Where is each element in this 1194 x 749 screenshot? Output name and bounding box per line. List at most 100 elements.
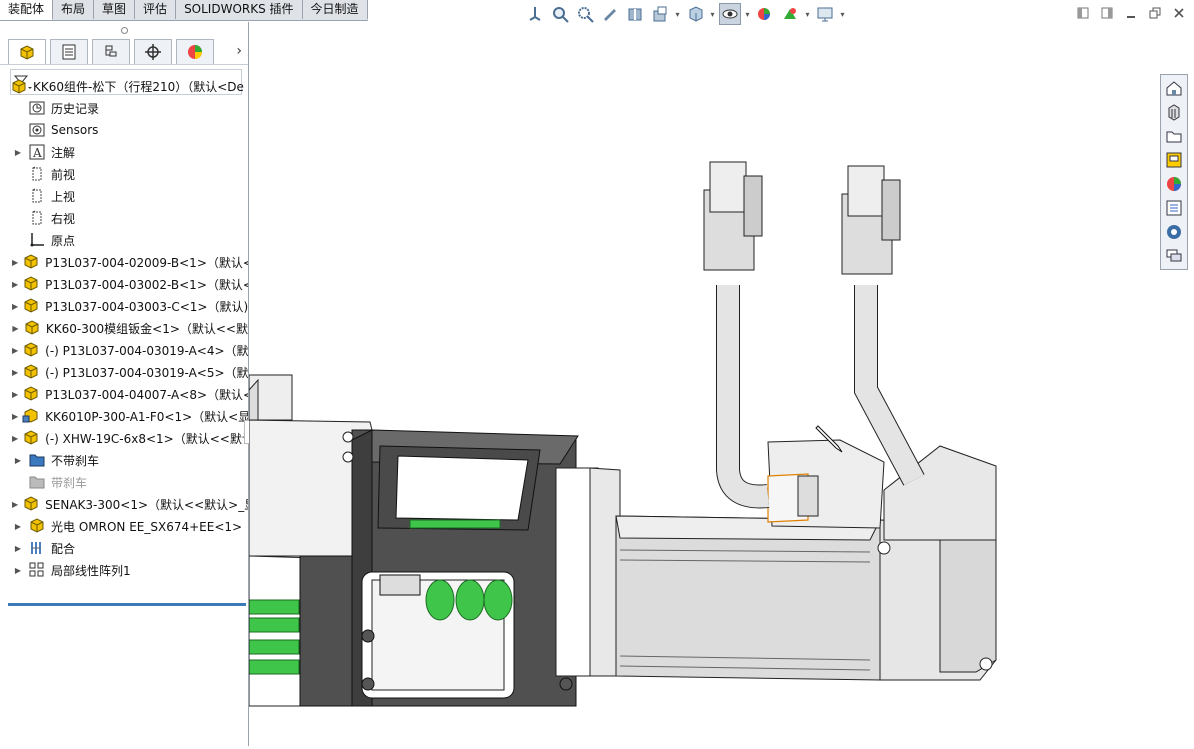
chevron-right-icon[interactable]: › bbox=[236, 43, 242, 59]
dimxpert-tab-icon[interactable] bbox=[134, 38, 172, 64]
chevron-down-icon[interactable]: ▾ bbox=[709, 10, 716, 19]
tree-item[interactable]: 上视 bbox=[0, 185, 248, 207]
tile-left-icon[interactable] bbox=[1074, 4, 1092, 22]
tab-assembly[interactable]: 装配体 bbox=[0, 0, 54, 20]
dynamic-annotation-icon[interactable] bbox=[649, 3, 671, 25]
expand-arrow-icon[interactable]: ▶ bbox=[12, 302, 18, 311]
history-icon bbox=[28, 99, 46, 117]
solidworks-resources-icon[interactable] bbox=[1163, 221, 1185, 243]
close-icon[interactable] bbox=[1170, 4, 1188, 22]
view-orientation-icon[interactable] bbox=[524, 3, 546, 25]
tree-item[interactable]: ▶ P13L037-004-03002-B<1>（默认< bbox=[0, 273, 248, 295]
expand-arrow-icon[interactable]: ▶ bbox=[12, 544, 24, 553]
expand-arrow-icon[interactable]: ▶ bbox=[12, 456, 24, 465]
tree-item[interactable]: ▶ (-) P13L037-004-03019-A<4>（默 bbox=[0, 339, 248, 361]
forum-icon[interactable] bbox=[1163, 245, 1185, 267]
tree-item[interactable]: ▶ (-) P13L037-004-03019-A<5>（默 bbox=[0, 361, 248, 383]
tree-item-label: KK6010P-300-A1-F0<1>（默认<显 bbox=[45, 409, 248, 424]
tree-rollback-bar[interactable] bbox=[8, 603, 246, 606]
origin-icon bbox=[28, 231, 46, 249]
tree-item[interactable]: ▶ (-) XHW-19C-6x8<1>（默认<<默认 bbox=[0, 427, 248, 449]
expand-arrow-icon[interactable]: ▶ bbox=[12, 566, 24, 575]
edit-appearance-icon[interactable] bbox=[754, 3, 776, 25]
expand-arrow-icon[interactable]: ▶ bbox=[12, 346, 18, 355]
expand-arrow-icon[interactable]: ▶ bbox=[12, 148, 24, 157]
tree-item[interactable]: 历史记录 bbox=[0, 97, 248, 119]
tree-item-label: 不带刹车 bbox=[51, 453, 100, 468]
expand-arrow-icon[interactable]: ▶ bbox=[12, 522, 24, 531]
folder-icon bbox=[28, 451, 46, 469]
chevron-down-icon[interactable]: ▾ bbox=[674, 10, 681, 19]
tree-item[interactable]: ▶ A 注解 bbox=[0, 141, 248, 163]
display-manager-tab-icon[interactable] bbox=[176, 38, 214, 64]
configuration-manager-tab-icon[interactable] bbox=[92, 38, 130, 64]
view-orientation-cube-icon[interactable] bbox=[684, 3, 706, 25]
tree-item[interactable]: ▶ 局部线性阵列1 bbox=[0, 559, 248, 581]
expand-arrow-icon[interactable]: ▶ bbox=[12, 258, 18, 267]
tab-evaluate[interactable]: 评估 bbox=[135, 0, 177, 19]
tree-item[interactable]: 右视 bbox=[0, 207, 248, 229]
restore-icon[interactable] bbox=[1146, 4, 1164, 22]
tree-item-label: SENAK3-300<1>（默认<<默认>_显 bbox=[45, 497, 248, 512]
tree-item-label: 原点 bbox=[51, 233, 76, 248]
expand-arrow-icon[interactable]: ▶ bbox=[12, 434, 18, 443]
chevron-down-icon[interactable]: ▾ bbox=[744, 10, 751, 19]
tree-item[interactable]: ▶ 配合 bbox=[0, 537, 248, 559]
tab-sketch[interactable]: 草图 bbox=[94, 0, 136, 19]
tree-item[interactable]: ▶ 不带刹车 bbox=[0, 449, 248, 471]
heads-up-view-toolbar: ▾ ▾ ▾ ▾ ▾ bbox=[524, 0, 846, 28]
appearances-icon[interactable] bbox=[1163, 173, 1185, 195]
view-settings-icon[interactable] bbox=[814, 3, 836, 25]
tree-item[interactable]: 前视 bbox=[0, 163, 248, 185]
tree-item[interactable]: ▶ KK6010P-300-A1-F0<1>（默认<显 bbox=[0, 405, 248, 427]
tree-item-label: P13L037-004-02009-B<1>（默认< bbox=[45, 255, 248, 270]
tile-right-icon[interactable] bbox=[1098, 4, 1116, 22]
tree-item[interactable]: ▶ SENAK3-300<1>（默认<<默认>_显 bbox=[0, 493, 248, 515]
section-view-icon[interactable] bbox=[624, 3, 646, 25]
minimize-icon[interactable] bbox=[1122, 4, 1140, 22]
tree-item-label: 上视 bbox=[51, 189, 76, 204]
chevron-down-icon[interactable]: ▾ bbox=[839, 10, 846, 19]
tree-item-label: 注解 bbox=[51, 145, 76, 160]
tab-mfg-today[interactable]: 今日制造 bbox=[303, 0, 368, 19]
previous-view-icon[interactable] bbox=[599, 3, 621, 25]
subassembly-icon bbox=[22, 407, 40, 425]
file-explorer-icon[interactable] bbox=[1163, 125, 1185, 147]
pattern-icon bbox=[28, 561, 46, 579]
tree-item-label: (-) P13L037-004-03019-A<5>（默 bbox=[45, 365, 248, 380]
zoom-area-icon[interactable] bbox=[574, 3, 596, 25]
chevron-down-icon[interactable]: ▾ bbox=[804, 10, 811, 19]
feature-manager-tab-icon[interactable] bbox=[8, 38, 46, 64]
part-icon bbox=[23, 319, 41, 337]
tree-item[interactable]: 原点 bbox=[0, 229, 248, 251]
tree-item-label: 前视 bbox=[51, 167, 76, 182]
view-palette-icon[interactable] bbox=[1163, 149, 1185, 171]
tab-solidworks-addins[interactable]: SOLIDWORKS 插件 bbox=[176, 0, 303, 19]
display-style-icon[interactable] bbox=[719, 3, 741, 25]
expand-arrow-icon[interactable]: ▶ bbox=[12, 412, 18, 421]
tree-item[interactable]: ▶ P13L037-004-02009-B<1>（默认< bbox=[0, 251, 248, 273]
task-pane bbox=[1160, 74, 1188, 270]
part-icon bbox=[22, 297, 40, 315]
tree-item[interactable]: Sensors bbox=[0, 119, 248, 141]
expand-arrow-icon[interactable]: ▶ bbox=[12, 280, 18, 289]
tree-root-assembly[interactable]: KK60组件-松下（行程210）（默认<De bbox=[0, 75, 248, 97]
tree-item[interactable]: ▶ P13L037-004-03003-C<1>（默认) bbox=[0, 295, 248, 317]
property-manager-tab-icon[interactable] bbox=[50, 38, 88, 64]
expand-arrow-icon[interactable]: ▶ bbox=[12, 368, 18, 377]
tree-item[interactable]: ▶ KK60-300模组钣金<1>（默认<<默 bbox=[0, 317, 248, 339]
home-icon[interactable] bbox=[1163, 77, 1185, 99]
tree-item[interactable]: 带刹车 bbox=[0, 471, 248, 493]
panel-grip[interactable] bbox=[0, 22, 248, 38]
design-library-icon[interactable] bbox=[1163, 101, 1185, 123]
apply-scene-icon[interactable] bbox=[779, 3, 801, 25]
tree-item[interactable]: ▶ P13L037-004-04007-A<8>（默认< bbox=[0, 383, 248, 405]
expand-arrow-icon[interactable]: ▶ bbox=[12, 500, 18, 509]
graphics-area[interactable] bbox=[248, 28, 1159, 746]
expand-arrow-icon[interactable]: ▶ bbox=[12, 390, 18, 399]
tab-layout[interactable]: 布局 bbox=[53, 0, 95, 19]
tree-item[interactable]: ▶ 光电 OMRON EE_SX674+EE<1> bbox=[0, 515, 248, 537]
expand-arrow-icon[interactable]: ▶ bbox=[12, 324, 19, 333]
zoom-to-fit-icon[interactable] bbox=[549, 3, 571, 25]
custom-properties-icon[interactable] bbox=[1163, 197, 1185, 219]
